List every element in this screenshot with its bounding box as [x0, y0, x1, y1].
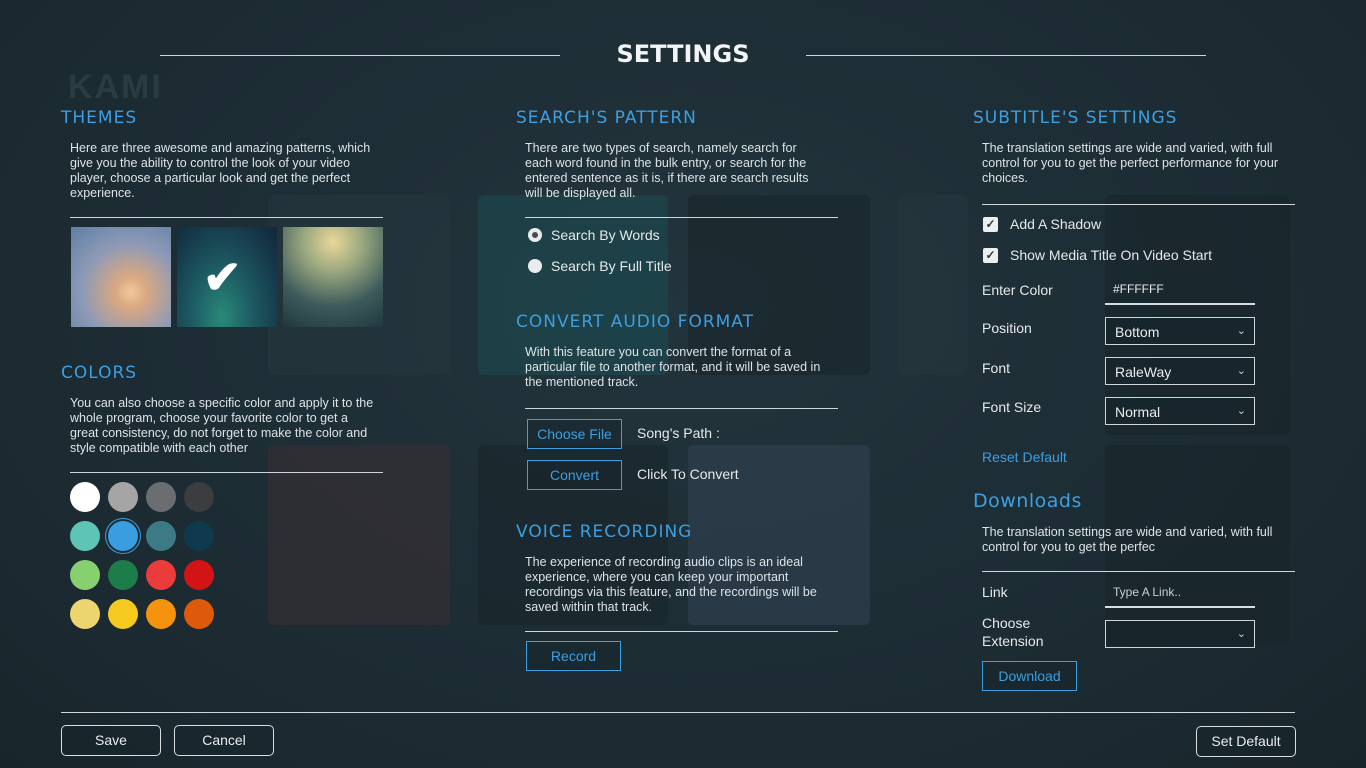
- colors-title: COLORS: [61, 363, 138, 383]
- search-divider: [525, 217, 838, 218]
- convert-divider: [525, 408, 838, 409]
- convert-description: With this feature you can convert the fo…: [525, 345, 821, 389]
- convert-title: CONVERT AUDIO FORMAT: [516, 312, 754, 332]
- themes-title: THEMES: [61, 108, 138, 128]
- extension-select[interactable]: ⌄: [1105, 620, 1255, 648]
- color-swatch[interactable]: [70, 521, 100, 551]
- save-button[interactable]: Save: [61, 725, 161, 756]
- color-swatch[interactable]: [146, 482, 176, 512]
- color-swatch[interactable]: [184, 521, 214, 551]
- voice-title: VOICE RECORDING: [516, 522, 693, 542]
- page-title: SETTINGS: [616, 40, 750, 68]
- color-swatch[interactable]: [184, 560, 214, 590]
- color-swatch[interactable]: [108, 482, 138, 512]
- theme-option-1[interactable]: [71, 227, 171, 327]
- search-title: SEARCH'S PATTERN: [516, 108, 697, 128]
- cancel-button[interactable]: Cancel: [174, 725, 274, 756]
- theme-option-2[interactable]: ✔: [177, 227, 277, 327]
- font-select[interactable]: RaleWay ⌄: [1105, 357, 1255, 385]
- position-label: Position: [982, 320, 1032, 336]
- show-title-label[interactable]: Show Media Title On Video Start: [1010, 247, 1212, 263]
- color-swatch[interactable]: [70, 560, 100, 590]
- choose-file-button[interactable]: Choose File: [527, 419, 622, 449]
- theme-option-3[interactable]: [283, 227, 383, 327]
- songs-path-label: Song's Path :: [637, 425, 720, 441]
- click-to-convert-label: Click To Convert: [637, 466, 739, 482]
- subtitles-title: SUBTITLE'S SETTINGS: [973, 108, 1178, 128]
- set-default-button[interactable]: Set Default: [1196, 726, 1296, 757]
- color-swatch[interactable]: [70, 482, 100, 512]
- add-shadow-checkbox[interactable]: ✓: [983, 217, 998, 232]
- check-icon: ✔: [203, 251, 242, 303]
- position-select-value: Bottom: [1115, 324, 1160, 340]
- search-description: There are two types of search, namely se…: [525, 141, 809, 200]
- radio-search-words-label[interactable]: Search By Words: [551, 227, 660, 243]
- color-swatch[interactable]: [184, 482, 214, 512]
- enter-color-label: Enter Color: [982, 282, 1053, 298]
- themes-divider: [70, 217, 383, 218]
- show-title-checkbox[interactable]: ✓: [983, 248, 998, 263]
- subtitles-description: The translation settings are wide and va…: [982, 141, 1278, 185]
- color-swatch[interactable]: [108, 521, 138, 551]
- color-swatch[interactable]: [108, 599, 138, 629]
- colors-description: You can also choose a specific color and…: [70, 396, 374, 455]
- font-size-select-value: Normal: [1115, 404, 1161, 420]
- footer-divider: [61, 712, 1295, 713]
- title-divider-right: [806, 55, 1206, 56]
- link-input-field[interactable]: [1105, 580, 1253, 604]
- downloads-title: Downloads: [973, 490, 1082, 512]
- add-shadow-label[interactable]: Add A Shadow: [1010, 216, 1101, 232]
- color-swatch[interactable]: [184, 599, 214, 629]
- radio-search-full-title-label[interactable]: Search By Full Title: [551, 258, 672, 274]
- convert-button[interactable]: Convert: [527, 460, 622, 490]
- reset-default-link[interactable]: Reset Default: [982, 449, 1067, 465]
- font-size-label: Font Size: [982, 399, 1042, 415]
- downloads-divider: [982, 571, 1295, 572]
- color-input[interactable]: [1105, 277, 1255, 305]
- link-input[interactable]: [1105, 580, 1255, 608]
- subtitles-divider: [982, 204, 1295, 205]
- font-select-value: RaleWay: [1115, 364, 1172, 380]
- chevron-down-icon: ⌄: [1236, 325, 1246, 337]
- extension-label: Choose Extension: [982, 615, 1044, 649]
- downloads-description: The translation settings are wide and va…: [982, 525, 1273, 554]
- color-swatch[interactable]: [70, 599, 100, 629]
- colors-divider: [70, 472, 383, 473]
- font-label: Font: [982, 360, 1011, 376]
- color-swatch[interactable]: [146, 560, 176, 590]
- color-swatch[interactable]: [108, 560, 138, 590]
- record-button[interactable]: Record: [526, 641, 621, 671]
- radio-search-words[interactable]: [528, 228, 542, 242]
- position-select[interactable]: Bottom ⌄: [1105, 317, 1255, 345]
- font-size-select[interactable]: Normal ⌄: [1105, 397, 1255, 425]
- download-button[interactable]: Download: [982, 661, 1077, 691]
- voice-divider: [525, 631, 838, 632]
- themes-description: Here are three awesome and amazing patte…: [70, 141, 371, 200]
- color-swatch[interactable]: [146, 521, 176, 551]
- chevron-down-icon: ⌄: [1236, 365, 1246, 377]
- voice-description: The experience of recording audio clips …: [525, 555, 817, 614]
- radio-search-full-title[interactable]: [528, 259, 542, 273]
- chevron-down-icon: ⌄: [1236, 405, 1246, 417]
- link-label: Link: [982, 584, 1008, 600]
- color-swatch[interactable]: [146, 599, 176, 629]
- color-input-field[interactable]: [1105, 277, 1253, 301]
- chevron-down-icon: ⌄: [1236, 628, 1246, 640]
